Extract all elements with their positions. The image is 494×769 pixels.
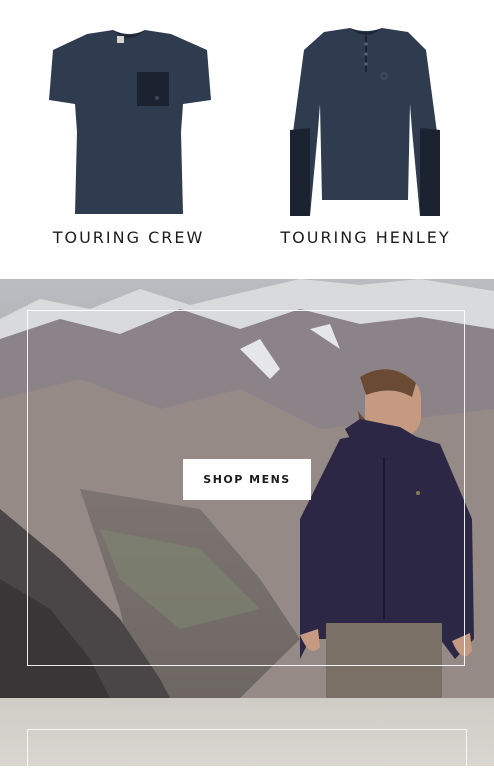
product-card-touring-crew[interactable]: TOURING CREW <box>5 0 252 279</box>
touring-henley-image[interactable] <box>242 20 489 220</box>
product-card-touring-henley[interactable]: TOURING HENLEY <box>242 0 489 279</box>
shop-mens-button[interactable]: SHOP MENS <box>183 459 311 500</box>
hero-banner[interactable]: SHOP MENS <box>0 279 494 698</box>
product-grid: TOURING CREW TOURING HENLEY <box>0 0 494 279</box>
product-name[interactable]: TOURING CREW <box>5 228 252 247</box>
next-banner-frame <box>27 729 467 769</box>
product-name[interactable]: TOURING HENLEY <box>242 228 489 247</box>
touring-crew-image[interactable] <box>5 20 252 220</box>
next-banner <box>0 698 494 769</box>
